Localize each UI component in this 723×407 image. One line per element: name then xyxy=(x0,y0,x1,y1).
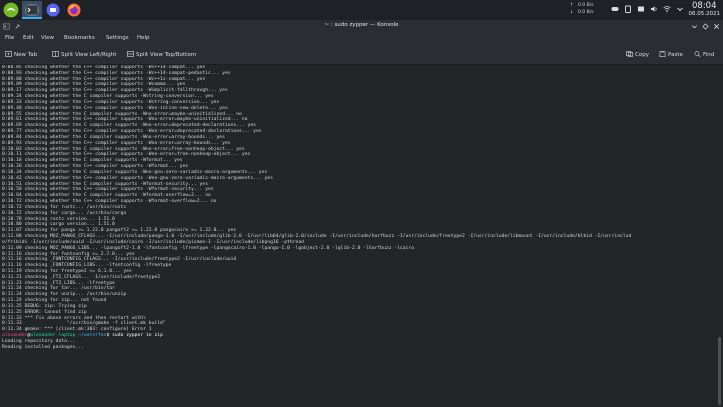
split-vertical-icon xyxy=(52,51,59,57)
prompt-path: ~/waterfox xyxy=(78,333,107,339)
terminal-scrollbar[interactable] xyxy=(716,65,723,407)
split-horizontal-icon xyxy=(127,51,134,57)
volume-icon[interactable] xyxy=(650,5,658,13)
split-top-bottom-label: Split View Top/Bottom xyxy=(136,52,197,58)
tray-expand-icon[interactable] xyxy=(676,5,684,13)
split-left-right-button[interactable]: Split View Left/Right xyxy=(52,51,116,58)
split-left-right-label: Split View Left/Right xyxy=(61,52,117,58)
terminal-line: 0:11.08 checking MOZ_PANGO_CFLAGS... -I/… xyxy=(2,234,632,240)
gamepad-icon[interactable] xyxy=(611,5,619,13)
terminal-output: 0:08.85 checking whether the C++ compile… xyxy=(2,65,631,351)
system-tray: ↑ 0.0 B/s ↓ 0.0 B/s 08:04 06.05.2021 xyxy=(548,0,723,20)
close-icon[interactable] xyxy=(713,23,720,30)
taskbar-terminal-button[interactable] xyxy=(43,1,63,19)
search-icon xyxy=(694,51,701,57)
window-title: ~ : sudo zypper — Konsole xyxy=(324,22,399,28)
scrollbar-thumb[interactable] xyxy=(718,337,721,405)
menu-settings[interactable]: Settings xyxy=(106,35,129,41)
prompt-command: sudo zypper in zip xyxy=(112,333,163,339)
storage-icon[interactable] xyxy=(637,5,645,13)
menu-view[interactable]: View xyxy=(41,35,54,41)
download-arrow-icon: ↓ xyxy=(570,10,574,15)
firefox-icon xyxy=(67,3,81,17)
paste-icon xyxy=(659,51,666,57)
find-button[interactable]: Find xyxy=(694,51,714,58)
prompt-user: alexander xyxy=(2,333,28,339)
upload-arrow-icon: ↑ xyxy=(570,3,574,8)
clock-time: 08:04 xyxy=(692,1,717,11)
menu-file[interactable]: File xyxy=(5,35,14,41)
upload-speed: 0.0 B/s xyxy=(578,3,594,8)
clipboard-icon[interactable] xyxy=(624,5,632,13)
minimize-icon[interactable] xyxy=(691,23,698,30)
find-label: Find xyxy=(703,52,715,58)
new-tab-button[interactable]: New Tab xyxy=(5,51,37,58)
app-launcher-button[interactable] xyxy=(1,1,21,19)
maximize-icon[interactable] xyxy=(702,23,709,30)
paste-label: Paste xyxy=(668,52,683,58)
konsole-icon xyxy=(25,4,39,16)
split-top-bottom-button[interactable]: Split View Top/Bottom xyxy=(127,51,196,58)
clock[interactable]: 08:04 06.05.2021 xyxy=(689,2,721,18)
toolbar: New Tab Split View Left/Right Split View… xyxy=(0,45,723,65)
new-tab-icon xyxy=(5,51,12,57)
wifi-icon[interactable] xyxy=(663,5,671,13)
opensuse-leaf-icon xyxy=(3,2,19,18)
menubar: File Edit View Bookmarks Settings Help xyxy=(0,33,723,45)
new-tab-label: New Tab xyxy=(14,52,38,58)
terminal-line: Reading installed packages... xyxy=(2,344,84,350)
taskbar-konsole-button[interactable] xyxy=(22,1,42,19)
copy-label: Copy xyxy=(635,52,649,58)
menu-edit[interactable]: Edit xyxy=(23,35,34,41)
terminal-view[interactable]: 0:08.85 checking whether the C++ compile… xyxy=(0,65,716,407)
paste-button[interactable]: Paste xyxy=(659,51,683,58)
menu-bookmarks[interactable]: Bookmarks xyxy=(64,35,95,41)
download-speed: 0.0 B/s xyxy=(578,10,594,15)
copy-icon xyxy=(626,51,633,57)
window-titlebar[interactable]: ~ : sudo zypper — Konsole xyxy=(0,20,723,33)
clock-date: 06.05.2021 xyxy=(688,11,721,17)
prompt-host: alexander-laptop xyxy=(30,333,76,339)
menu-help[interactable]: Help xyxy=(137,35,150,41)
copy-button[interactable]: Copy xyxy=(626,51,649,58)
taskbar-firefox-button[interactable] xyxy=(64,1,84,19)
taskbar: ↑ 0.0 B/s ↓ 0.0 B/s 08:04 06.05.2021 xyxy=(0,0,723,20)
terminal-app-icon xyxy=(46,3,60,17)
